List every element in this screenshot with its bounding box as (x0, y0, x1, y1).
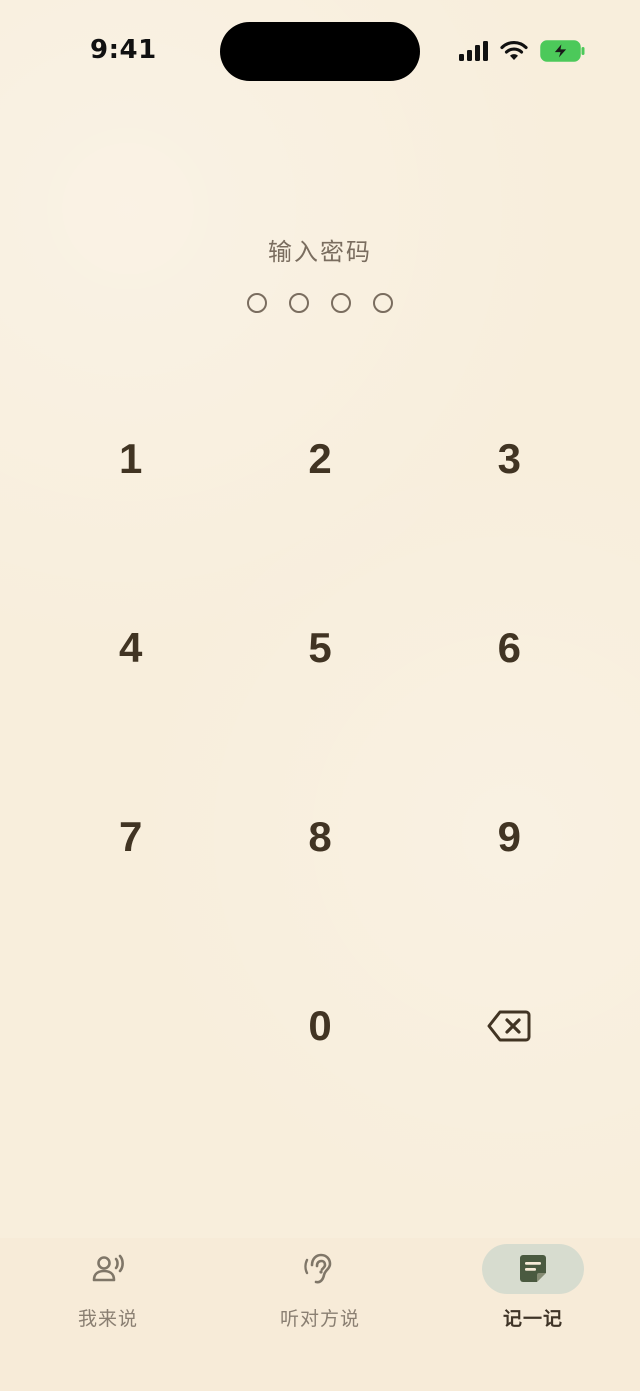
passcode-prompt: 输入密码 (268, 238, 372, 266)
key-3[interactable]: 3 (415, 364, 604, 553)
key-empty (36, 931, 225, 1120)
passcode-dot (289, 293, 309, 313)
status-bar: 9:41 (0, 0, 640, 100)
speaking-person-icon (92, 1254, 124, 1282)
battery-charging-icon (540, 40, 585, 62)
passcode-dot (373, 293, 393, 313)
ear-icon (304, 1253, 332, 1284)
tab-listen[interactable]: 听对方说 (240, 1244, 400, 1344)
dynamic-island (220, 22, 420, 81)
tab-speak[interactable]: 我来说 (28, 1244, 188, 1344)
key-8[interactable]: 8 (225, 742, 414, 931)
wifi-icon (500, 40, 528, 60)
key-7[interactable]: 7 (36, 742, 225, 931)
passcode-dots (0, 293, 640, 313)
key-9[interactable]: 9 (415, 742, 604, 931)
key-2[interactable]: 2 (225, 364, 414, 553)
tab-notes[interactable]: 记一记 (453, 1244, 613, 1344)
passcode-dot (331, 293, 351, 313)
screen: 9:41 输入密码 1 2 3 4 5 6 7 8 9 0 我来说 听对方说 记… (0, 0, 640, 1391)
key-1[interactable]: 1 (36, 364, 225, 553)
status-time: 9:41 (90, 35, 157, 65)
tab-label: 听对方说 (279, 1308, 360, 1330)
delete-button[interactable] (415, 931, 604, 1120)
tab-icon-container-active (482, 1244, 584, 1294)
tab-icon-container (57, 1244, 159, 1294)
tab-bar: 我来说 听对方说 记一记 (0, 1238, 640, 1391)
key-6[interactable]: 6 (415, 553, 604, 742)
key-5[interactable]: 5 (225, 553, 414, 742)
passcode-dot (247, 293, 267, 313)
key-0[interactable]: 0 (225, 931, 414, 1120)
tab-label: 记一记 (502, 1308, 563, 1330)
key-4[interactable]: 4 (36, 553, 225, 742)
note-icon (520, 1255, 546, 1282)
backspace-icon (487, 1010, 531, 1041)
tab-label: 我来说 (77, 1308, 138, 1330)
keypad: 1 2 3 4 5 6 7 8 9 0 (36, 364, 604, 1120)
signal-icon (459, 41, 488, 61)
tab-icon-container (269, 1244, 371, 1294)
